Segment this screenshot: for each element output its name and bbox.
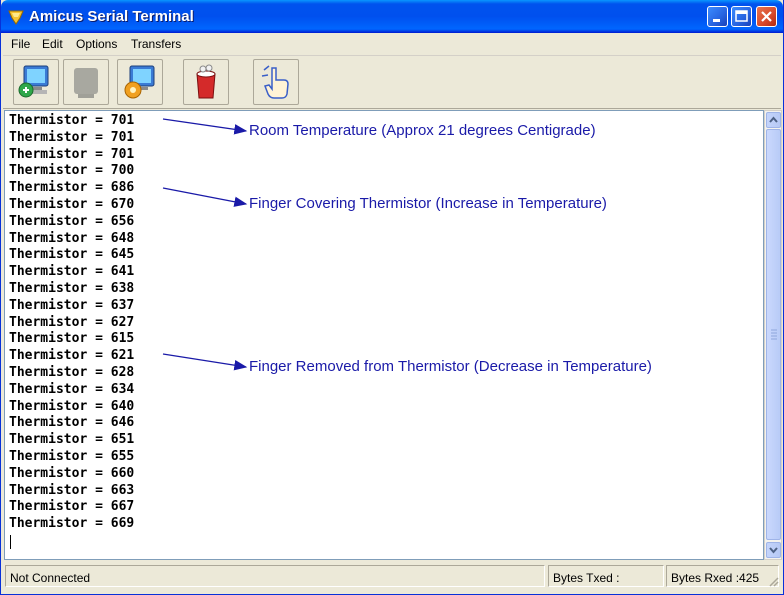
annotation-arrow-finger-covering xyxy=(162,187,248,207)
vertical-scrollbar[interactable] xyxy=(764,110,782,560)
annotation-finger-covering: Finger Covering Thermistor (Increase in … xyxy=(249,195,607,212)
status-bytes-txed: Bytes Txed : xyxy=(548,565,664,587)
annotation-finger-removed: Finger Removed from Thermistor (Decrease… xyxy=(249,358,652,375)
grip-lines-icon xyxy=(771,329,777,340)
scroll-thumb[interactable] xyxy=(766,129,781,540)
status-bar: Not Connected Bytes Txed : Bytes Rxed :4… xyxy=(3,563,781,589)
status-bytes-rxed: Bytes Rxed :425 xyxy=(666,565,779,587)
annotation-arrow-finger-removed xyxy=(162,353,248,371)
app-window: Amicus Serial Terminal File Edit Options… xyxy=(0,0,784,595)
chevron-up-icon xyxy=(769,116,778,123)
annotation-arrows xyxy=(162,118,248,371)
chevron-down-icon xyxy=(769,547,778,554)
annotation-room-temperature: Room Temperature (Approx 21 degrees Cent… xyxy=(249,122,596,139)
scroll-up-button[interactable] xyxy=(766,112,781,128)
scroll-down-button[interactable] xyxy=(766,542,781,558)
status-connection: Not Connected xyxy=(5,565,545,587)
annotation-arrow-room-temperature xyxy=(162,118,248,135)
resize-grip-icon[interactable] xyxy=(767,575,779,587)
